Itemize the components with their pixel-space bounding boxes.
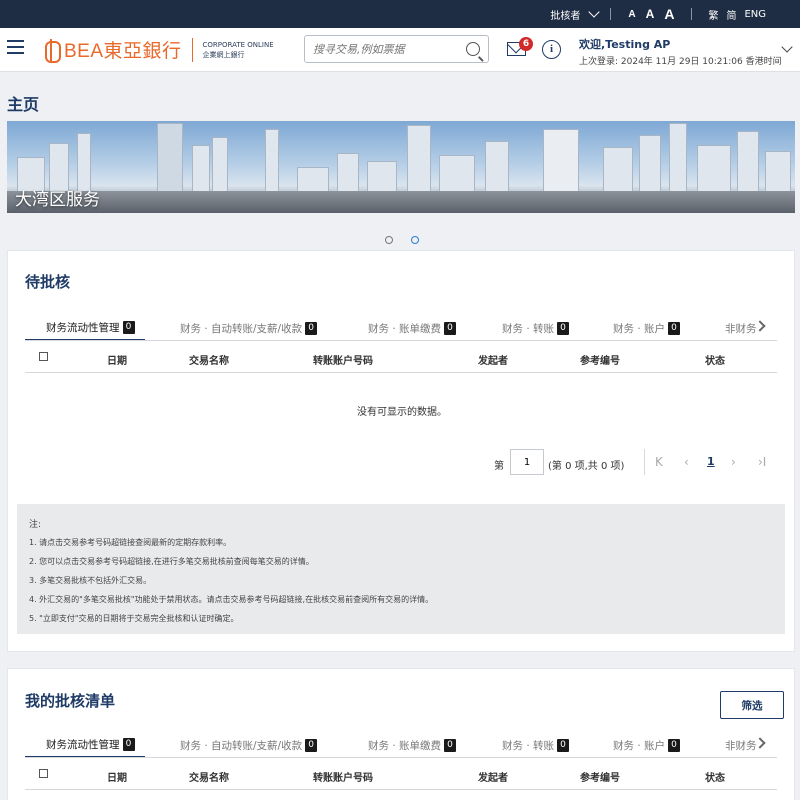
- search-icon[interactable]: [466, 42, 480, 56]
- lang-english-link[interactable]: ENG: [744, 9, 766, 20]
- carousel-indicators: [385, 236, 419, 244]
- column-header[interactable]: 状态: [705, 352, 725, 367]
- empty-state-text: 没有可显示的数据。: [357, 407, 447, 418]
- welcome-text: 欢迎,Testing AP: [579, 38, 671, 51]
- tab-auto-transfer[interactable]: 财务 · 自动转账/支薪/收款 0: [180, 732, 318, 757]
- logo-icon: [42, 38, 61, 63]
- search-box[interactable]: [304, 35, 489, 63]
- lang-traditional-link[interactable]: 繁: [708, 7, 718, 22]
- logo-text: BEA東亞銀行: [64, 41, 182, 62]
- tab-bill-payment[interactable]: 财务 · 账单缴费 0: [368, 732, 457, 757]
- column-header[interactable]: 参考编号: [580, 769, 620, 784]
- font-size-small-button[interactable]: A: [628, 9, 635, 20]
- tab-transfer[interactable]: 财务 · 转账 0: [502, 732, 570, 757]
- tab-transfer[interactable]: 财务 · 转账 0: [502, 315, 570, 340]
- table-header: 日期 交易名称 转账账户号码 发起者 参考编号 状态: [25, 760, 777, 790]
- transaction-tabs: 财务流动性管理 0 财务 · 自动转账/支薪/收款 0 财务 · 账单缴费 0 财务 …: [25, 732, 777, 758]
- page-link-current[interactable]: 1: [707, 455, 715, 468]
- column-header[interactable]: 转账账户号码: [313, 352, 373, 367]
- info-icon[interactable]: i: [542, 40, 561, 59]
- note-item: 3. 多笔交易批核不包括外汇交易。: [29, 576, 152, 585]
- notification-badge: 6: [519, 37, 533, 51]
- tab-non-financial[interactable]: 非财务: [725, 315, 757, 340]
- my-approval-list-card: 我的批核清单 筛选 财务流动性管理 0 财务 · 自动转账/支薪/收款 0 财务 ·…: [7, 668, 795, 800]
- role-label: 批核者: [550, 10, 581, 22]
- logo-subtitle: CORPORATE ONLINE 企業網上銀行: [202, 40, 274, 59]
- page-prefix: 第: [494, 461, 504, 472]
- note-item: 4. 外汇交易的"多笔交易批核"功能处于禁用状态。请点击交易参考号码超链接,在批…: [29, 595, 434, 604]
- tab-non-financial[interactable]: 非财务: [725, 732, 757, 757]
- tab-bill-payment[interactable]: 财务 · 账单缴费 0: [368, 315, 457, 340]
- select-all-checkbox[interactable]: [39, 352, 48, 361]
- section-title: 我的批核清单: [25, 692, 116, 710]
- tab-auto-transfer[interactable]: 财务 · 自动转账/支薪/收款 0: [180, 315, 318, 340]
- tab-account[interactable]: 财务 · 账户 0: [613, 315, 681, 340]
- banner-caption: 大湾区服务: [15, 190, 100, 210]
- tab-account[interactable]: 财务 · 账户 0: [613, 732, 681, 757]
- column-header[interactable]: 状态: [705, 769, 725, 784]
- notes-panel: 注: 1. 请点击交易参考号码超链接查阅最新的定期存款利率。 2. 您可以点击交…: [17, 504, 785, 634]
- section-title: 待批核: [25, 273, 71, 291]
- divider: [610, 8, 612, 20]
- divider: [691, 8, 693, 20]
- promo-banner[interactable]: 大湾区服务: [7, 121, 795, 213]
- carousel-dot-active[interactable]: [411, 236, 419, 244]
- column-header[interactable]: 日期: [107, 352, 127, 367]
- select-all-checkbox[interactable]: [39, 769, 48, 778]
- tab-treasury-liquidity[interactable]: 财务流动性管理 0: [25, 315, 145, 340]
- column-header[interactable]: 交易名称: [189, 769, 229, 784]
- prev-page-icon[interactable]: ‹: [684, 455, 689, 469]
- last-login-text: 上次登录: 2024年 11月 29日 10:21:06 香港时间: [579, 57, 782, 67]
- carousel-dot[interactable]: [385, 236, 393, 244]
- column-header[interactable]: 发起者: [478, 352, 508, 367]
- pending-approval-card: 待批核 财务流动性管理 0 财务 · 自动转账/支薪/收款 0 财务 · 账单缴费 0…: [7, 250, 795, 652]
- first-page-icon[interactable]: K: [655, 455, 663, 469]
- page-summary: (第 0 项,共 0 项): [548, 461, 625, 472]
- tab-treasury-liquidity[interactable]: 财务流动性管理 0: [25, 732, 145, 757]
- column-header[interactable]: 发起者: [478, 769, 508, 784]
- pagination: 第 (第 0 项,共 0 项) K ‹ 1 › ›I: [8, 449, 796, 477]
- menu-icon[interactable]: [7, 40, 24, 56]
- note-item: 5. "立即支付"交易的日期将于交易完全批核和认证时确定。: [29, 614, 239, 623]
- chevron-down-icon: [588, 6, 601, 18]
- column-header[interactable]: 参考编号: [580, 352, 620, 367]
- search-input[interactable]: [313, 42, 458, 56]
- role-selector[interactable]: 批核者: [550, 6, 601, 22]
- page-title: 主页: [7, 95, 40, 114]
- lang-simplified-link[interactable]: 简: [726, 7, 736, 22]
- utility-bar: 批核者 A A A 繁 简 ENG: [0, 0, 800, 28]
- table-header: 日期 交易名称 转账账户号码 发起者 参考编号 状态: [25, 343, 777, 373]
- column-header[interactable]: 转账账户号码: [313, 769, 373, 784]
- font-size-medium-button[interactable]: A: [646, 7, 655, 21]
- next-page-icon[interactable]: ›: [731, 455, 736, 469]
- bank-logo[interactable]: BEA東亞銀行 CORPORATE ONLINE 企業網上銀行: [42, 36, 274, 63]
- font-size-large-button[interactable]: A: [664, 6, 674, 22]
- transaction-tabs: 财务流动性管理 0 财务 · 自动转账/支薪/收款 0 财务 · 账单缴费 0 财务 …: [25, 315, 777, 341]
- column-header[interactable]: 交易名称: [189, 352, 229, 367]
- last-page-icon[interactable]: ›I: [758, 455, 766, 469]
- column-header[interactable]: 日期: [107, 769, 127, 784]
- note-item: 2. 您可以点击交易参考号码超链接,在进行多笔交易批核前查阅每笔交易的详情。: [29, 557, 314, 566]
- filter-button[interactable]: 筛选: [720, 691, 784, 719]
- page-number-input[interactable]: [510, 449, 544, 475]
- note-item: 1. 请点击交易参考号码超链接查阅最新的定期存款利率。: [29, 538, 232, 547]
